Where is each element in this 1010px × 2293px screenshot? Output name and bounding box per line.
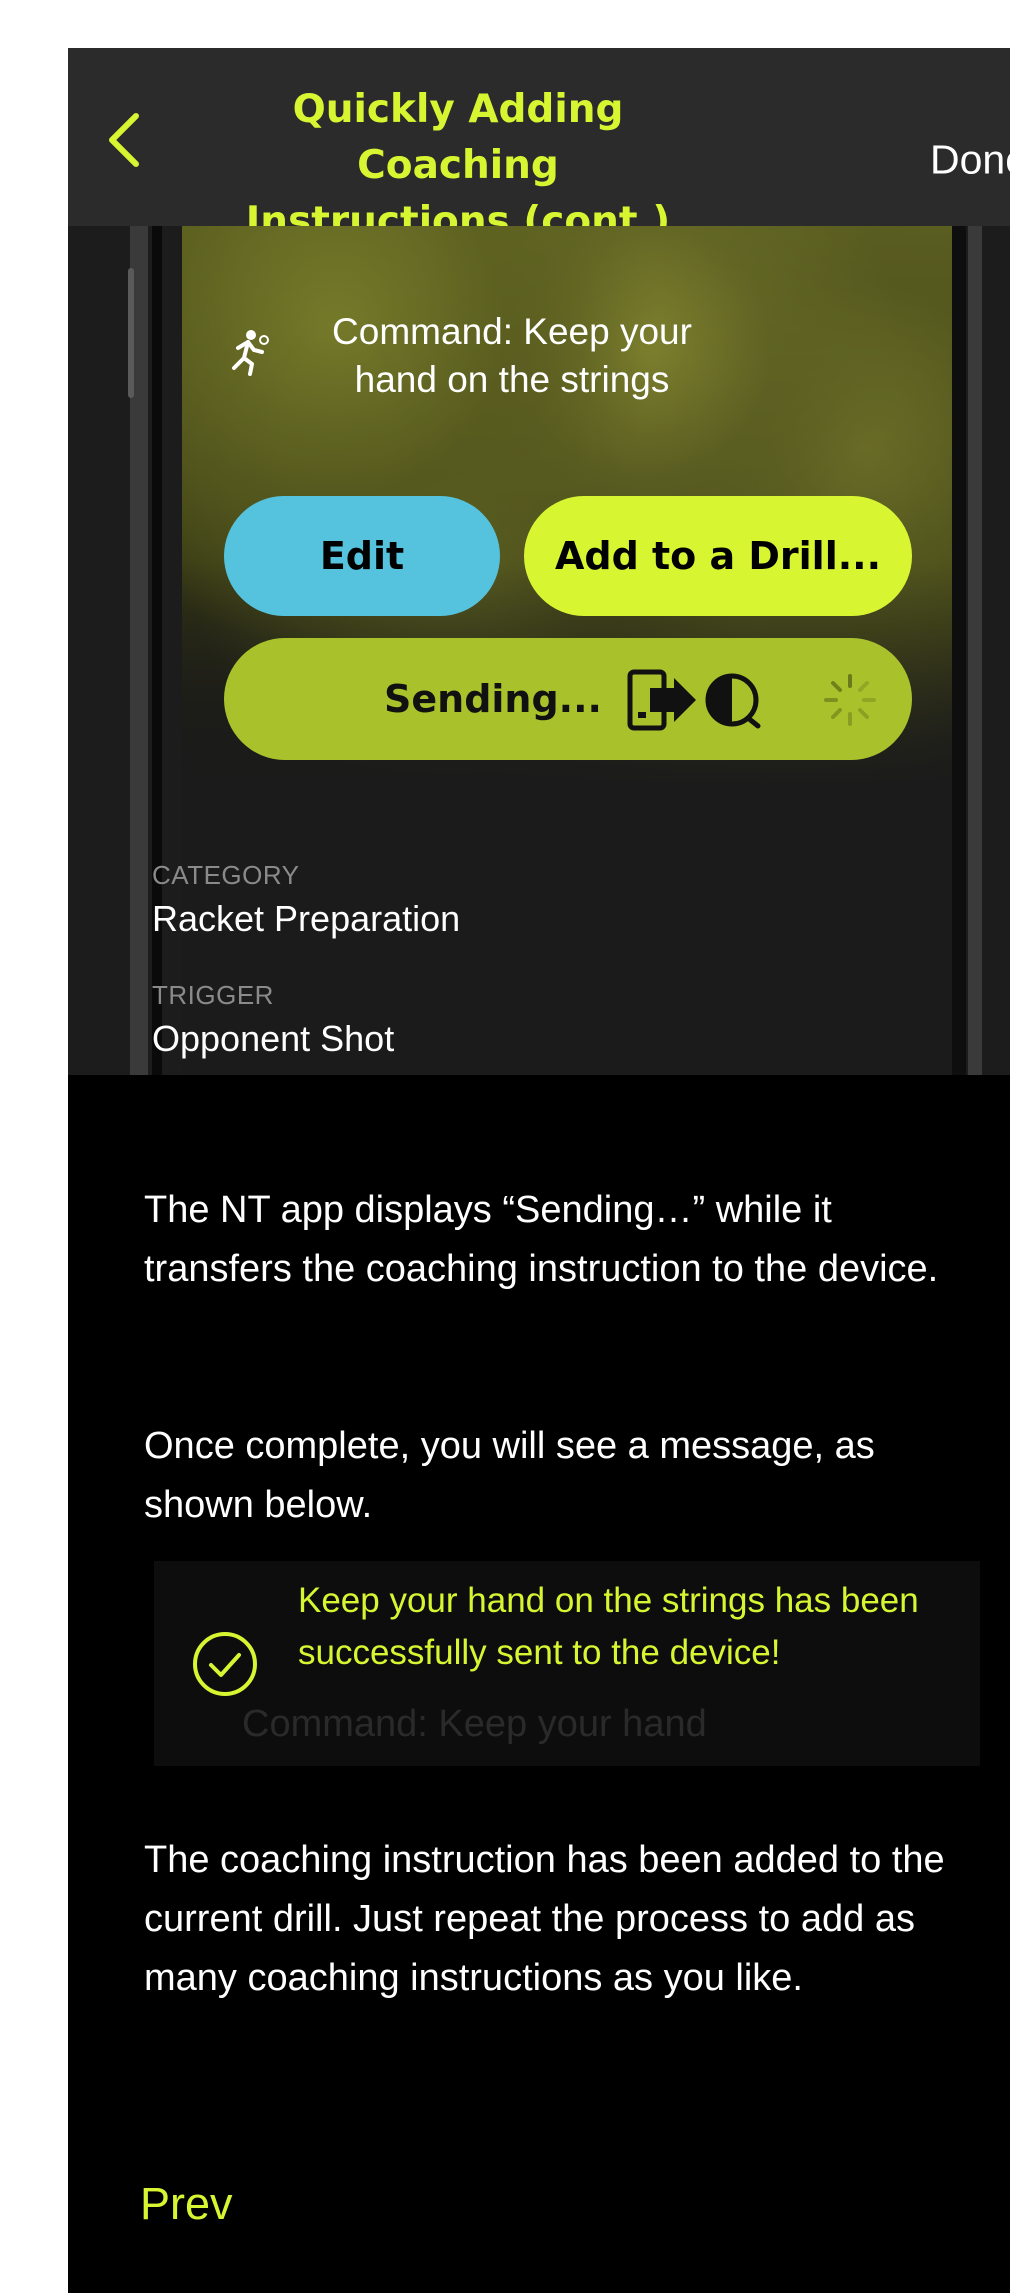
tutorial-page: Quickly Adding Coaching Instructions (co… <box>68 48 1010 2293</box>
checkmark-circle-icon <box>193 1632 257 1696</box>
prev-button[interactable]: Prev <box>140 2178 233 2230</box>
trigger-label: TRIGGER <box>152 980 274 1010</box>
phone-side-button <box>128 268 134 398</box>
phone-bezel-right-inner <box>952 226 966 1075</box>
trigger-value: Opponent Shot <box>152 1018 395 1059</box>
paragraph-complete: Once complete, you will see a message, a… <box>144 1425 875 1526</box>
back-button[interactable] <box>98 110 158 170</box>
sending-button[interactable]: Sending... <box>224 638 912 760</box>
done-button[interactable]: Done <box>930 137 1010 184</box>
app-screenshot: Command: Keep your hand on the strings E… <box>68 226 1010 1075</box>
success-toast: Command: Keep your hand Keep your hand o… <box>154 1561 980 1766</box>
loading-spinner-icon <box>824 674 876 726</box>
page-title: Quickly Adding Coaching Instructions (co… <box>218 82 698 250</box>
phone-bezel-right <box>968 226 982 1075</box>
nav-bar: Quickly Adding Coaching Instructions (co… <box>68 48 1010 244</box>
command-text: Command: Keep your hand on the strings <box>332 311 692 400</box>
running-person-icon <box>232 330 269 376</box>
phone-bezel-left-inner <box>152 226 162 1075</box>
phone-to-device-icon <box>627 669 761 731</box>
chevron-left-icon <box>109 113 139 167</box>
toast-message: Keep your hand on the strings has been s… <box>298 1581 919 1672</box>
toast-background-text: Command: Keep your hand <box>242 1703 707 1745</box>
category-label: CATEGORY <box>152 860 300 890</box>
edit-button[interactable]: Edit <box>224 496 500 616</box>
add-to-drill-button[interactable]: Add to a Drill... <box>524 496 912 616</box>
paragraph-added: The coaching instruction has been added … <box>144 1839 945 1999</box>
edit-button-label: Edit <box>319 534 405 578</box>
sending-label: Sending... <box>384 677 602 721</box>
category-value: Racket Preparation <box>152 898 461 939</box>
add-to-drill-label: Add to a Drill... <box>554 534 882 578</box>
page-title-line1: Quickly Adding Coaching <box>292 87 624 188</box>
phone-screen: Command: Keep your hand on the strings E… <box>182 226 952 1075</box>
paragraph-sending: The NT app displays “Sending…” while it … <box>144 1189 939 1290</box>
